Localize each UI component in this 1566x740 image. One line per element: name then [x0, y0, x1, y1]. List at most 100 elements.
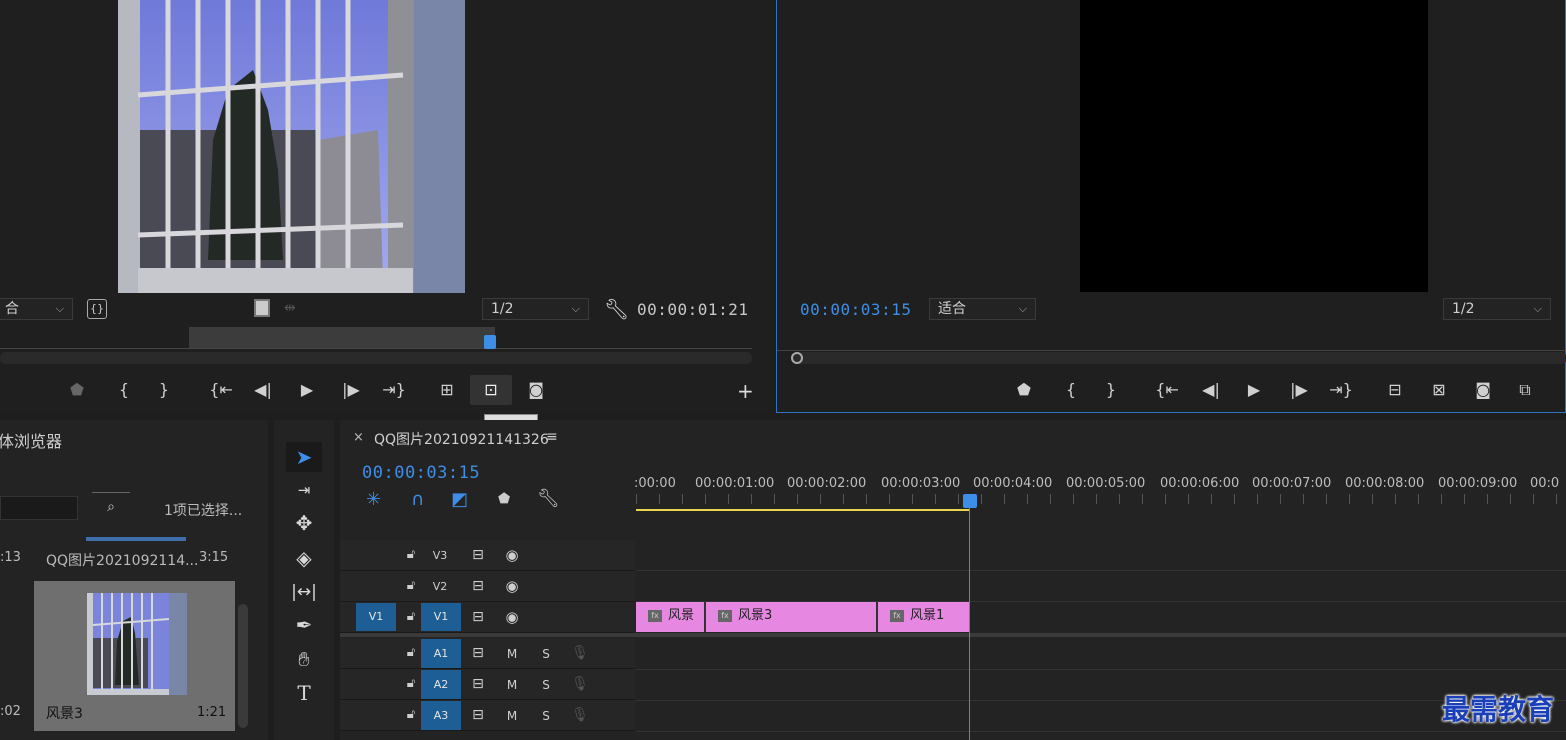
lock-icon[interactable]: 🔓︎	[402, 671, 420, 697]
search-input[interactable]	[0, 496, 78, 520]
lock-icon[interactable]: 🔓︎	[402, 640, 420, 666]
ripple-edit-tool-icon[interactable]: ✥	[286, 508, 322, 538]
mute-button[interactable]: M	[502, 672, 522, 698]
scrollbar-handle[interactable]	[791, 352, 803, 364]
solo-button[interactable]: S	[536, 641, 556, 667]
step-back-icon[interactable]: ◀︎|	[1198, 377, 1224, 403]
drag-audio-icon[interactable]: ⇹	[284, 300, 296, 316]
mute-button[interactable]: M	[502, 641, 522, 667]
lift-icon[interactable]: ⊟	[1382, 377, 1408, 403]
solo-button[interactable]: S	[536, 703, 556, 729]
go-to-in-icon[interactable]: {⇤	[1154, 377, 1180, 403]
snap-magnet-icon[interactable]: ∩	[411, 489, 424, 510]
track-label[interactable]: V1	[421, 603, 461, 631]
add-marker-icon[interactable]: ⬟	[64, 377, 90, 403]
microphone-icon[interactable]: 🎙︎	[570, 640, 590, 666]
mark-out-icon[interactable]: }	[151, 377, 177, 403]
pen-tool-icon[interactable]: ✒︎	[286, 610, 322, 640]
tab-menu-icon[interactable]: ≡	[546, 429, 558, 445]
lock-icon[interactable]: 🔓︎	[402, 604, 420, 630]
wrench-icon[interactable]: 🔧︎	[604, 297, 629, 321]
video-audio-divider[interactable]	[340, 633, 1566, 637]
type-tool-icon[interactable]: T	[286, 678, 322, 708]
timeline-timecode[interactable]: 00:00:03:15	[362, 463, 480, 483]
program-timecode[interactable]: 00:00:03:15	[800, 300, 911, 319]
comparison-view-icon[interactable]: ⧉	[1512, 377, 1538, 403]
close-tab-icon[interactable]: ×	[353, 430, 364, 445]
camera-icon[interactable]: ◙	[523, 377, 549, 403]
extract-icon[interactable]: ⊠	[1426, 377, 1452, 403]
timeline-clip[interactable]: fx 风景3	[706, 602, 878, 632]
eye-icon[interactable]: ◉	[500, 573, 524, 599]
go-to-in-icon[interactable]: {⇤	[208, 377, 234, 403]
lock-icon[interactable]: 🔓︎	[402, 542, 420, 568]
panel-title[interactable]: 体浏览器	[0, 428, 62, 452]
go-to-out-icon[interactable]: ⇥}	[1328, 377, 1354, 403]
razor-tool-icon[interactable]: ◈	[286, 543, 322, 573]
source-time-ruler[interactable]	[0, 327, 752, 351]
play-icon[interactable]: ▶︎	[1241, 377, 1267, 403]
track-select-tool-icon[interactable]: ⇥	[286, 475, 322, 505]
sync-lock-icon[interactable]: ⊟	[468, 640, 488, 666]
go-to-out-icon[interactable]: ⇥}	[381, 377, 407, 403]
microphone-icon[interactable]: 🎙︎	[570, 702, 590, 728]
selection-tool-icon[interactable]: ➤	[286, 442, 322, 472]
linked-selection-icon[interactable]: ◩	[451, 489, 468, 510]
add-marker-icon[interactable]: ⬟	[1011, 377, 1037, 403]
program-zoom-dropdown[interactable]: 适合 ⌵	[929, 298, 1036, 320]
program-resolution-dropdown[interactable]: 1/2 ⌵	[1443, 298, 1551, 320]
microphone-icon[interactable]: 🎙︎	[570, 671, 590, 697]
overwrite-button[interactable]: ⊡	[470, 375, 512, 405]
timeline-clip[interactable]: fx 风景	[636, 602, 706, 632]
step-forward-icon[interactable]: |▶︎	[338, 377, 364, 403]
step-forward-icon[interactable]: |▶︎	[1286, 377, 1312, 403]
drag-video-icon[interactable]	[254, 299, 270, 317]
eye-icon[interactable]: ◉	[500, 542, 524, 568]
mute-button[interactable]: M	[502, 703, 522, 729]
clip-thumbnail[interactable]: 风景3 1:21	[34, 581, 235, 731]
track-label[interactable]: V3	[422, 543, 458, 569]
timeline-ruler[interactable]: :00:00 00:00:01:00 00:00:02:00 00:00:03:…	[634, 470, 1566, 512]
insert-icon[interactable]: ⊞	[434, 377, 460, 403]
source-resolution-dropdown[interactable]: 1/2 ⌵	[482, 298, 589, 320]
sync-lock-icon[interactable]: ⊟	[468, 702, 488, 728]
lock-icon[interactable]: 🔓︎	[402, 573, 420, 599]
hand-tool-icon[interactable]: ✋︎	[286, 644, 322, 674]
source-patch-v1[interactable]: V1	[356, 603, 396, 631]
source-playhead[interactable]	[484, 335, 496, 349]
mark-in-icon[interactable]: {	[111, 377, 137, 403]
track-label[interactable]: V2	[422, 574, 458, 600]
play-icon[interactable]: ▶︎	[294, 377, 320, 403]
timeline-playhead-handle[interactable]	[963, 494, 977, 508]
camera-icon[interactable]: ◙	[1470, 377, 1496, 403]
work-area-bar[interactable]	[636, 509, 970, 511]
timeline-settings-icon[interactable]: 🔧︎	[537, 488, 560, 509]
mark-out-icon[interactable]: }	[1098, 377, 1124, 403]
track-label[interactable]: A2	[421, 670, 461, 699]
sync-lock-icon[interactable]: ⊟	[468, 542, 488, 568]
program-zoom-scrollbar[interactable]	[791, 352, 1566, 364]
timeline-clip[interactable]: fx 风景1	[878, 602, 970, 632]
item-name[interactable]: QQ图片2021092114...	[46, 550, 198, 570]
source-zoom-scrollbar[interactable]	[0, 352, 752, 364]
track-label[interactable]: A3	[421, 701, 461, 730]
add-marker-icon[interactable]: ⬟	[498, 491, 510, 507]
add-button-icon[interactable]: +	[737, 379, 754, 403]
mark-in-icon[interactable]: {	[1058, 377, 1084, 403]
find-icon[interactable]: ⌕	[92, 492, 130, 520]
program-time-ruler[interactable]	[777, 335, 1566, 351]
sync-lock-icon[interactable]: ⊟	[468, 573, 488, 599]
track-label[interactable]: A1	[421, 639, 461, 668]
slip-tool-icon[interactable]: |↔|	[286, 577, 322, 607]
vertical-scrollbar[interactable]	[238, 604, 248, 728]
lock-icon[interactable]: 🔓︎	[402, 702, 420, 728]
sync-lock-icon[interactable]: ⊟	[468, 604, 488, 630]
source-timecode[interactable]: 00:00:01:21	[637, 300, 748, 319]
eye-icon[interactable]: ◉	[500, 604, 524, 630]
solo-button[interactable]: S	[536, 672, 556, 698]
sequence-tab[interactable]: QQ图片20210921141326	[374, 429, 549, 449]
step-back-icon[interactable]: ◀︎|	[250, 377, 276, 403]
source-zoom-dropdown[interactable]: 合 ⌵	[0, 298, 73, 320]
sync-lock-icon[interactable]: ⊟	[468, 671, 488, 697]
safe-margins-icon[interactable]: {}	[87, 299, 107, 319]
